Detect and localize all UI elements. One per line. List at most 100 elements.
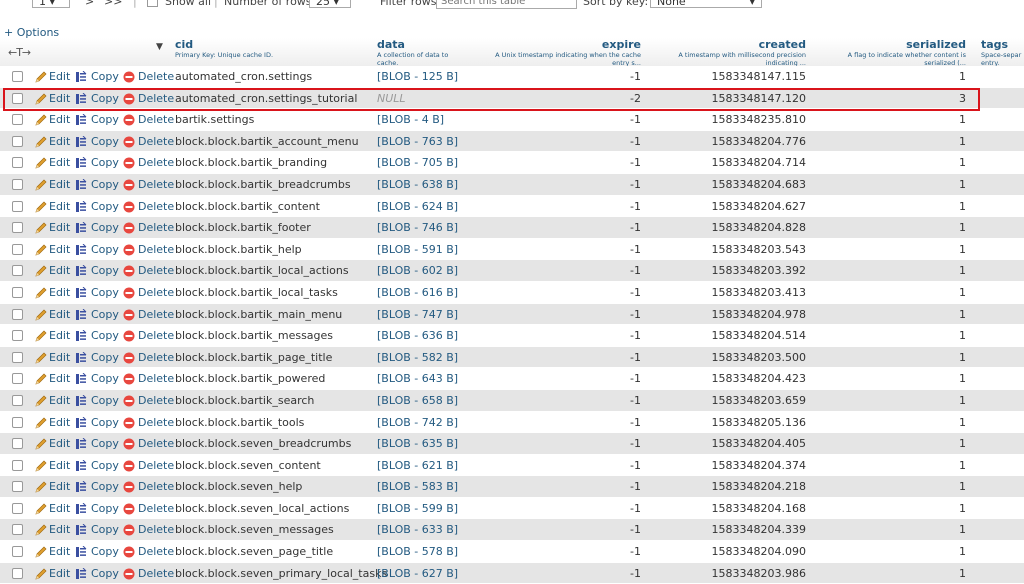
delete-button[interactable]: Delete (138, 109, 174, 130)
delete-icon[interactable] (123, 71, 135, 83)
copy-icon[interactable] (75, 394, 87, 407)
copy-icon[interactable] (75, 265, 87, 277)
copy-icon[interactable] (75, 222, 87, 234)
row-checkbox[interactable] (12, 481, 23, 493)
pencil-icon[interactable] (34, 221, 48, 235)
delete-button[interactable]: Delete (138, 260, 174, 281)
copy-icon[interactable] (75, 135, 87, 148)
cell-expire[interactable]: -1 (630, 433, 641, 454)
delete-icon[interactable] (123, 460, 135, 472)
row-checkbox[interactable] (12, 373, 23, 385)
cell-created[interactable]: 1583348204.423 (712, 368, 806, 389)
page-select[interactable]: 1 ▾ (32, 0, 70, 8)
copy-button[interactable]: Copy (91, 239, 119, 260)
copy-icon[interactable] (75, 286, 87, 299)
cell-cid[interactable]: block.block.seven_messages (175, 519, 334, 540)
cell-cid[interactable]: automated_cron.settings (175, 66, 312, 87)
last-page-button[interactable]: >> (104, 0, 122, 8)
cell-data[interactable]: [BLOB - 583 B] (377, 476, 458, 497)
cell-cid[interactable]: block.block.bartik_content (175, 196, 320, 217)
cell-expire[interactable]: -1 (630, 196, 641, 217)
copy-icon[interactable] (75, 92, 87, 105)
rows-select[interactable]: 25 ▾ (309, 0, 351, 8)
edit-button[interactable]: Edit (49, 498, 70, 519)
cell-data[interactable]: [BLOB - 125 B] (377, 66, 458, 87)
cell-cid[interactable]: block.block.seven_content (175, 455, 321, 476)
delete-icon[interactable] (123, 222, 135, 234)
row-checkbox[interactable] (12, 200, 23, 212)
copy-icon[interactable] (75, 330, 87, 342)
cell-serialized[interactable]: 1 (959, 563, 966, 584)
row-checkbox[interactable] (12, 394, 23, 406)
copy-button[interactable]: Copy (91, 563, 119, 584)
copy-button[interactable]: Copy (91, 304, 119, 325)
delete-button[interactable]: Delete (138, 412, 174, 433)
delete-button[interactable]: Delete (138, 217, 174, 238)
column-data-name[interactable]: data (377, 39, 448, 51)
pencil-icon[interactable] (34, 416, 48, 430)
delete-icon[interactable] (123, 352, 135, 364)
delete-icon[interactable] (123, 395, 135, 407)
delete-icon[interactable] (123, 417, 135, 429)
cell-created[interactable]: 1583348203.392 (712, 260, 806, 281)
copy-button[interactable]: Copy (91, 131, 119, 152)
row-checkbox[interactable] (12, 178, 23, 190)
cell-cid[interactable]: block.block.bartik_account_menu (175, 131, 359, 152)
delete-button[interactable]: Delete (138, 196, 174, 217)
delete-icon[interactable] (123, 157, 135, 169)
delete-button[interactable]: Delete (138, 304, 174, 325)
cell-expire[interactable]: -1 (630, 390, 641, 411)
edit-button[interactable]: Edit (49, 325, 70, 346)
cell-created[interactable]: 1583348204.828 (712, 217, 806, 238)
row-checkbox[interactable] (12, 502, 23, 514)
delete-icon[interactable] (123, 330, 135, 342)
cell-data[interactable]: [BLOB - 602 B] (377, 260, 458, 281)
column-cid-name[interactable]: cid (175, 39, 273, 51)
cell-created[interactable]: 1583348204.405 (712, 433, 806, 454)
cell-created[interactable]: 1583348203.500 (712, 347, 806, 368)
delete-icon[interactable] (123, 244, 135, 256)
delete-icon[interactable] (123, 179, 135, 191)
copy-button[interactable]: Copy (91, 390, 119, 411)
cell-data[interactable]: [BLOB - 591 B] (377, 239, 458, 260)
cell-serialized[interactable]: 1 (959, 412, 966, 433)
pencil-icon[interactable] (34, 372, 48, 386)
cell-expire[interactable]: -2 (630, 88, 641, 109)
cell-cid[interactable]: block.block.bartik_help (175, 239, 302, 260)
column-tags[interactable]: tags Space-separ entry. (981, 39, 1021, 68)
row-checkbox[interactable] (12, 243, 23, 255)
delete-icon[interactable] (123, 546, 135, 558)
pencil-icon[interactable] (34, 545, 48, 559)
row-checkbox[interactable] (12, 546, 23, 558)
delete-icon[interactable] (123, 438, 135, 450)
column-created[interactable]: created A timestamp with millisecond pre… (678, 39, 806, 68)
delete-button[interactable]: Delete (138, 282, 174, 303)
delete-icon[interactable] (123, 265, 135, 277)
cell-cid[interactable]: block.block.bartik_tools (175, 412, 304, 433)
edit-button[interactable]: Edit (49, 390, 70, 411)
copy-icon[interactable] (75, 546, 87, 558)
cell-expire[interactable]: -1 (630, 131, 641, 152)
sort-triangle-icon[interactable]: ▼ (156, 42, 163, 52)
pencil-icon[interactable] (34, 92, 48, 106)
cell-cid[interactable]: block.block.seven_help (175, 476, 302, 497)
cell-cid[interactable]: block.block.bartik_breadcrumbs (175, 174, 351, 195)
cell-cid[interactable]: block.block.bartik_footer (175, 217, 311, 238)
delete-button[interactable]: Delete (138, 325, 174, 346)
delete-icon[interactable] (123, 568, 135, 580)
cell-created[interactable]: 1583348204.978 (712, 304, 806, 325)
cell-cid[interactable]: block.block.seven_page_title (175, 541, 333, 562)
cell-serialized[interactable]: 1 (959, 347, 966, 368)
copy-button[interactable]: Copy (91, 433, 119, 454)
delete-button[interactable]: Delete (138, 239, 174, 260)
cell-data[interactable]: [BLOB - 742 B] (377, 412, 458, 433)
delete-icon[interactable] (123, 201, 135, 213)
cell-created[interactable]: 1583348147.115 (712, 66, 806, 87)
delete-button[interactable]: Delete (138, 152, 174, 173)
copy-icon[interactable] (75, 459, 87, 472)
copy-button[interactable]: Copy (91, 476, 119, 497)
pencil-icon[interactable] (34, 135, 48, 149)
pencil-icon[interactable] (34, 200, 48, 214)
cell-expire[interactable]: -1 (630, 66, 641, 87)
copy-button[interactable]: Copy (91, 66, 119, 87)
